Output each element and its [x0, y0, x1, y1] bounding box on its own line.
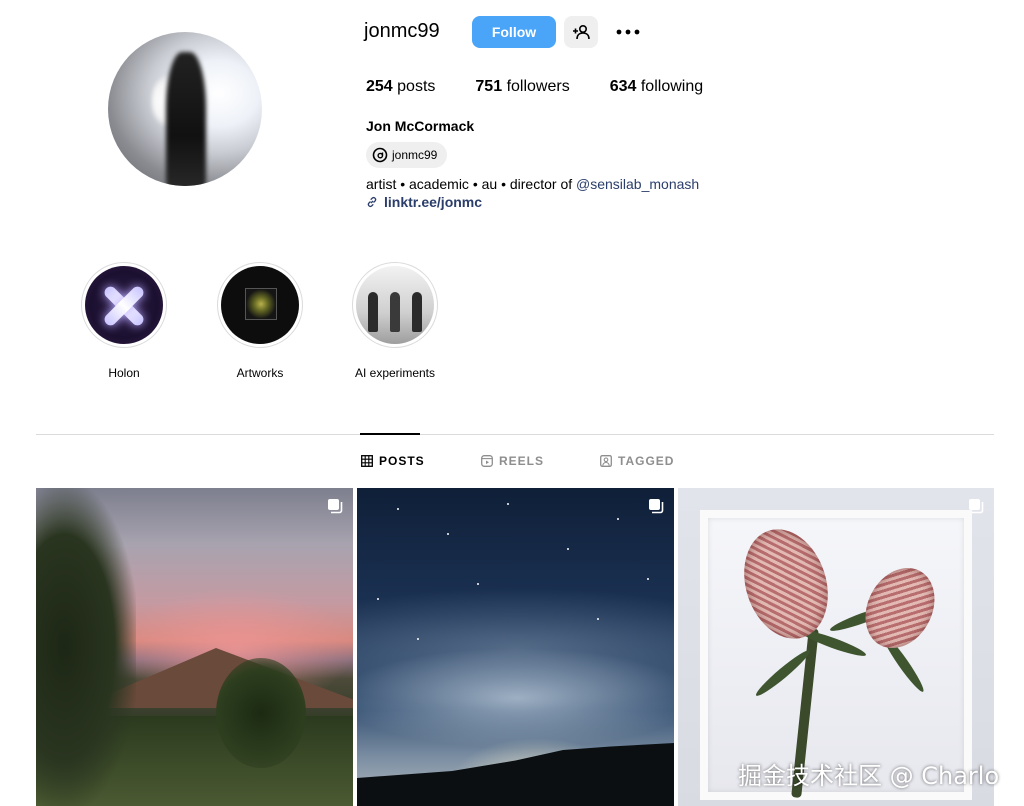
bio-mention-link[interactable]: @sensilab_monash [576, 176, 699, 192]
highlight-holon[interactable]: Holon [79, 262, 169, 380]
tab-posts[interactable]: POSTS [361, 454, 425, 468]
follow-button[interactable]: Follow [472, 16, 556, 48]
multiple-posts-icon [969, 499, 984, 514]
tab-label: POSTS [379, 454, 425, 468]
watermark: 掘金技术社区 @ Charlo [738, 762, 1000, 790]
stat-following[interactable]: 634 following [610, 78, 703, 96]
active-tab-indicator [360, 433, 420, 435]
artwork-frame [245, 288, 277, 320]
stat-count: 254 [366, 78, 393, 95]
profile-username: jonmc99 [364, 20, 440, 42]
link-text: linktr.ee/jonmc [384, 194, 483, 210]
star [397, 508, 399, 510]
highlight-cover [356, 266, 434, 344]
highlight-cover [221, 266, 299, 344]
highlight-ai-experiments[interactable]: AI experiments [350, 262, 440, 380]
cover-person [412, 292, 422, 332]
cover-person [390, 292, 400, 332]
threads-badge[interactable]: jonmc99 [366, 142, 448, 168]
threads-icon [372, 147, 388, 163]
star [597, 618, 599, 620]
highlight-cover [85, 266, 163, 344]
stat-label: posts [397, 78, 436, 95]
more-options-icon[interactable] [612, 20, 644, 44]
tab-reels[interactable]: REELS [481, 454, 544, 468]
highlight-label: AI experiments [354, 366, 436, 380]
multiple-posts-icon [328, 499, 343, 514]
cover-person [368, 292, 378, 332]
reels-icon [481, 455, 493, 467]
hill-silhouette [357, 743, 674, 806]
tree-silhouette [216, 658, 306, 768]
profile-avatar[interactable] [108, 32, 262, 186]
profile-full-name: Jon McCormack [366, 118, 475, 134]
grid-icon [361, 455, 373, 467]
profile-stats: 254 posts 751 followers 634 following [366, 78, 743, 96]
highlight-ring [352, 262, 438, 348]
avatar-figure [166, 52, 206, 186]
highlight-label: Holon [108, 366, 140, 380]
link-icon [367, 196, 377, 208]
star [647, 578, 649, 580]
star [507, 503, 509, 505]
highlight-label: Artworks [236, 366, 284, 380]
tab-tagged[interactable]: TAGGED [600, 454, 674, 468]
star [417, 638, 419, 640]
highlight-ring [217, 262, 303, 348]
star [447, 533, 449, 535]
post-thumbnail[interactable] [36, 488, 353, 806]
suggest-users-button[interactable] [564, 16, 598, 48]
star [617, 518, 619, 520]
highlight-artworks[interactable]: Artworks [215, 262, 305, 380]
tree-silhouette [36, 488, 136, 806]
stat-posts: 254 posts [366, 78, 435, 96]
threads-handle: jonmc99 [392, 148, 438, 162]
tagged-icon [600, 455, 612, 467]
star [377, 598, 379, 600]
stat-followers[interactable]: 751 followers [475, 78, 569, 96]
highlight-ring [81, 262, 167, 348]
tabs-divider [36, 434, 994, 435]
stat-label: following [640, 78, 704, 95]
stat-count: 634 [609, 78, 637, 95]
tab-label: REELS [499, 454, 545, 468]
star [567, 548, 569, 550]
stat-label: followers [506, 78, 570, 95]
tab-label: TAGGED [618, 454, 675, 468]
star [477, 583, 479, 585]
profile-external-link[interactable]: linktr.ee/jonmc [366, 194, 482, 210]
post-thumbnail[interactable] [357, 488, 674, 806]
add-user-icon [573, 24, 590, 40]
multiple-posts-icon [649, 499, 664, 514]
stat-count: 751 [475, 78, 503, 95]
profile-bio: artist • academic • au • director of @se… [366, 176, 699, 192]
bio-text: artist • academic • au • director of [366, 176, 577, 192]
